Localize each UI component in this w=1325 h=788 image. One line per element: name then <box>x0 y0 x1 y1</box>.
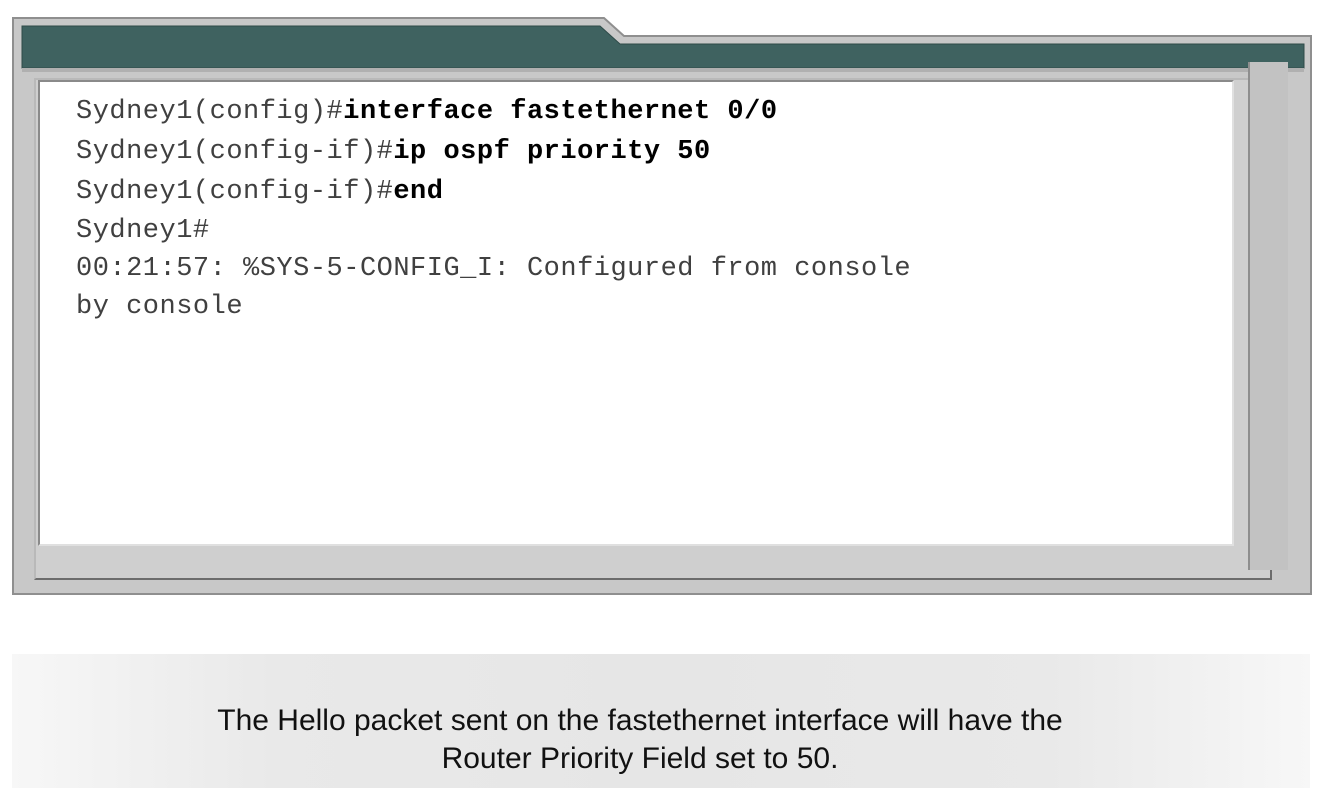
console-log-line: 00:21:57: %SYS-5-CONFIG_I: Configured fr… <box>76 254 912 284</box>
title-bar <box>21 25 1305 69</box>
console-line: Sydney1# <box>76 216 210 246</box>
caption: The Hello packet sent on the fastetherne… <box>60 702 1220 778</box>
console-line: Sydney1(config)#interface fastethernet 0… <box>76 97 778 127</box>
side-strip <box>1248 62 1288 570</box>
caption-line-2: Router Priority Field set to 50. <box>441 742 839 775</box>
console-log-line: by console <box>76 292 244 322</box>
console-line: Sydney1(config-if)#end <box>76 177 444 207</box>
console-line: Sydney1(config-if)#ip ospf priority 50 <box>76 137 711 167</box>
console-output: Sydney1(config)#interface fastethernet 0… <box>38 80 1234 546</box>
caption-line-1: The Hello packet sent on the fastetherne… <box>217 704 1063 737</box>
